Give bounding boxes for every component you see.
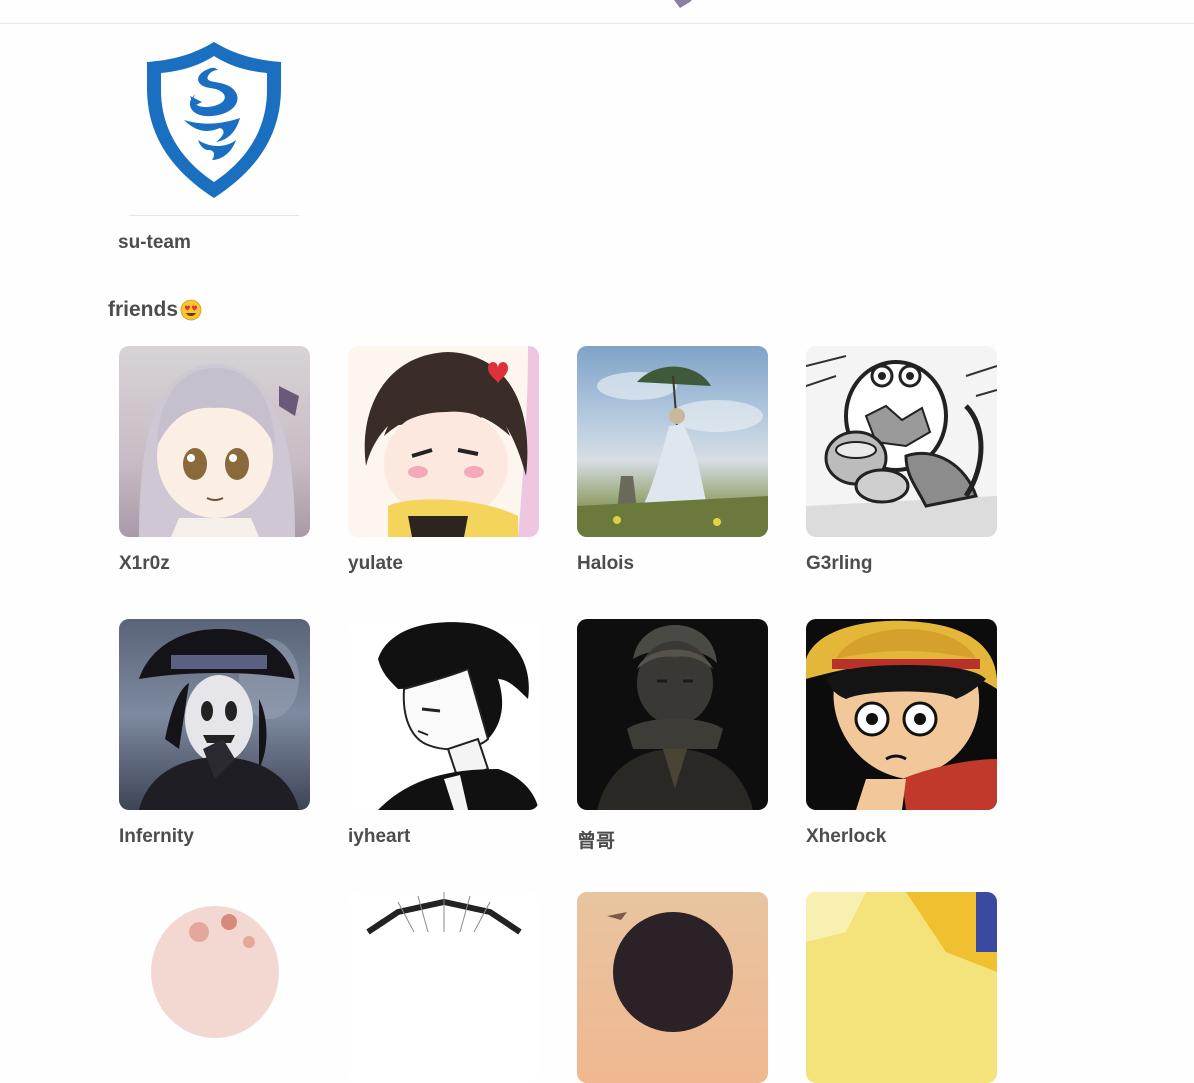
friend-card[interactable]: 曾哥	[577, 619, 768, 853]
friend-name[interactable]: iyheart	[348, 826, 539, 848]
team-name[interactable]: su-team	[118, 232, 191, 254]
friend-card[interactable]: yulate	[348, 346, 539, 575]
painting-woman-umbrella-avatar-icon[interactable]	[577, 346, 768, 537]
dark-anime-boy-avatar-icon[interactable]	[577, 619, 768, 810]
heart-eyes-emoji-icon	[180, 299, 202, 321]
team-divider	[129, 215, 299, 216]
friend-name[interactable]: Halois	[577, 553, 768, 575]
anime-girl-avatar-icon[interactable]	[119, 346, 310, 537]
friend-card[interactable]	[577, 892, 768, 1083]
friends-heading: friends	[108, 298, 202, 322]
shield-dragon-logo-icon	[147, 42, 281, 198]
friend-name[interactable]: Infernity	[119, 826, 310, 848]
friend-card[interactable]: Halois	[577, 346, 768, 575]
friend-card[interactable]: Infernity	[119, 619, 310, 848]
pink-blossom-avatar-icon[interactable]	[119, 892, 310, 1083]
straw-hat-boy-avatar-icon[interactable]	[806, 619, 997, 810]
sunset-silhouette-avatar-icon[interactable]	[577, 892, 768, 1083]
friend-card[interactable]	[806, 892, 997, 1083]
friend-name[interactable]: 曾哥	[577, 826, 768, 853]
masked-man-hat-avatar-icon[interactable]	[119, 619, 310, 810]
friend-card[interactable]: Xherlock	[806, 619, 997, 848]
friend-name[interactable]: yulate	[348, 553, 539, 575]
friend-card[interactable]	[119, 892, 310, 1083]
friend-card[interactable]	[348, 892, 539, 1083]
manga-egg-creature-avatar-icon[interactable]	[806, 346, 997, 537]
friend-card[interactable]: X1r0z	[119, 346, 310, 575]
friends-heading-label: friends	[108, 298, 179, 321]
friend-card[interactable]: G3rling	[806, 346, 997, 575]
black-white-rays-avatar-icon[interactable]	[348, 892, 539, 1083]
top-bar	[0, 0, 1194, 24]
friend-name[interactable]: Xherlock	[806, 826, 997, 848]
yellow-anime-avatar-icon[interactable]	[806, 892, 997, 1083]
friend-name[interactable]: X1r0z	[119, 553, 310, 575]
chibi-girl-avatar-icon[interactable]	[348, 346, 539, 537]
friend-card[interactable]: iyheart	[348, 619, 539, 848]
partial-logo-icon	[674, 0, 692, 8]
manga-boy-sketch-avatar-icon[interactable]	[348, 619, 539, 810]
friend-name[interactable]: G3rling	[806, 553, 997, 575]
